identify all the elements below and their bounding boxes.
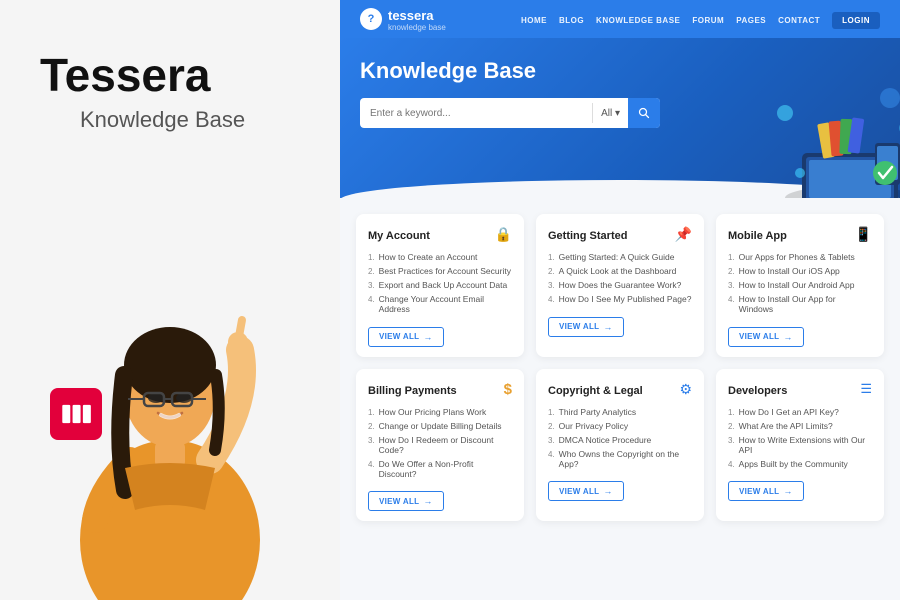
search-button[interactable] bbox=[628, 98, 660, 128]
list-item: How to Write Extensions with Our API bbox=[728, 433, 872, 457]
hero-title: Knowledge Base bbox=[360, 58, 880, 84]
card-billing-payments: $ Billing Payments How Our Pricing Plans… bbox=[356, 369, 524, 522]
list-item: Export and Back Up Account Data bbox=[368, 278, 512, 292]
list-item: How Our Pricing Plans Work bbox=[368, 405, 512, 419]
list-item: How to Install Our App for Windows bbox=[728, 292, 872, 316]
card-copyright-legal: ⚙ Copyright & Legal Third Party Analytic… bbox=[536, 369, 704, 522]
list-item: How Do I See My Published Page? bbox=[548, 292, 692, 306]
mobile-icon: 📱 bbox=[855, 226, 872, 243]
search-icon bbox=[638, 107, 650, 119]
content-area: 🔒 My Account How to Create an Account Be… bbox=[340, 198, 900, 600]
card-my-account-items: How to Create an Account Best Practices … bbox=[368, 250, 512, 316]
nav-forum[interactable]: FORUM bbox=[692, 10, 724, 28]
list-item: How Do I Redeem or Discount Code? bbox=[368, 433, 512, 457]
list-item: Change or Update Billing Details bbox=[368, 419, 512, 433]
cards-grid: 🔒 My Account How to Create an Account Be… bbox=[356, 214, 884, 521]
view-all-developers-button[interactable]: VIEW ALL bbox=[728, 481, 804, 501]
logo-name: tessera bbox=[388, 8, 434, 23]
card-billing-title: Billing Payments bbox=[368, 385, 512, 397]
view-all-my-account-button[interactable]: VIEW ALL bbox=[368, 327, 444, 347]
card-my-account: 🔒 My Account How to Create an Account Be… bbox=[356, 214, 524, 357]
list-item: Our Apps for Phones & Tablets bbox=[728, 250, 872, 264]
login-button[interactable]: LOGIN bbox=[832, 12, 880, 29]
brand-name: Tessera bbox=[40, 50, 245, 101]
bookmark-icon: 📌 bbox=[675, 226, 692, 243]
logo-sub: knowledge base bbox=[388, 23, 446, 32]
list-item: How Does the Guarantee Work? bbox=[548, 278, 692, 292]
card-mobile-app-items: Our Apps for Phones & Tablets How to Ins… bbox=[728, 250, 872, 316]
card-developers: ☰ Developers How Do I Get an API Key? Wh… bbox=[716, 369, 884, 522]
nav-home[interactable]: HOME bbox=[521, 10, 547, 28]
logo-icon: ? bbox=[360, 8, 382, 30]
left-panel: Tessera Knowledge Base bbox=[0, 0, 340, 600]
list-item: DMCA Notice Procedure bbox=[548, 433, 692, 447]
list-item: Do We Offer a Non-Profit Discount? bbox=[368, 457, 512, 481]
list-item: Apps Built by the Community bbox=[728, 457, 872, 471]
logo-text-area: tessera knowledge base bbox=[388, 7, 446, 32]
right-panel: ? tessera knowledge base HOME BLOG KNOWL… bbox=[340, 0, 900, 600]
list-item: How to Install Our iOS App bbox=[728, 264, 872, 278]
search-category[interactable]: All ▾ bbox=[593, 108, 628, 119]
view-all-copyright-button[interactable]: VIEW ALL bbox=[548, 481, 624, 501]
card-getting-started-items: Getting Started: A Quick Guide A Quick L… bbox=[548, 250, 692, 306]
settings-icon: ⚙ bbox=[679, 381, 692, 398]
lock-icon: 🔒 bbox=[495, 226, 512, 243]
nav-blog[interactable]: BLOG bbox=[559, 10, 584, 28]
elementor-badge bbox=[50, 388, 102, 440]
nav-contact[interactable]: CONTACT bbox=[778, 10, 820, 28]
card-getting-started: 📌 Getting Started Getting Started: A Qui… bbox=[536, 214, 704, 357]
list-item: Third Party Analytics bbox=[548, 405, 692, 419]
list-item: Best Practices for Account Security bbox=[368, 264, 512, 278]
list-item: A Quick Look at the Dashboard bbox=[548, 264, 692, 278]
dollar-icon: $ bbox=[504, 381, 512, 398]
nav-pages[interactable]: PAGES bbox=[736, 10, 766, 28]
code-icon: ☰ bbox=[860, 381, 872, 397]
nav-login[interactable]: LOGIN bbox=[832, 10, 880, 29]
card-mobile-app: 📱 Mobile App Our Apps for Phones & Table… bbox=[716, 214, 884, 357]
card-billing-items: How Our Pricing Plans Work Change or Upd… bbox=[368, 405, 512, 481]
site-header: ? tessera knowledge base HOME BLOG KNOWL… bbox=[340, 0, 900, 38]
view-all-billing-button[interactable]: VIEW ALL bbox=[368, 491, 444, 511]
card-my-account-title: My Account bbox=[368, 230, 512, 242]
card-getting-started-title: Getting Started bbox=[548, 230, 692, 242]
list-item: Getting Started: A Quick Guide bbox=[548, 250, 692, 264]
list-item: What Are the API Limits? bbox=[728, 419, 872, 433]
brand-title-area: Tessera Knowledge Base bbox=[0, 0, 245, 133]
nav-knowledge-base[interactable]: KNOWLEDGE BASE bbox=[596, 10, 680, 28]
list-item: How Do I Get an API Key? bbox=[728, 405, 872, 419]
card-mobile-app-title: Mobile App bbox=[728, 230, 872, 242]
search-input[interactable] bbox=[360, 108, 592, 119]
list-item: Our Privacy Policy bbox=[548, 419, 692, 433]
list-item: How to Install Our Android App bbox=[728, 278, 872, 292]
elementor-icon bbox=[60, 398, 92, 430]
brand-subtitle: Knowledge Base bbox=[40, 107, 245, 133]
card-copyright-title: Copyright & Legal bbox=[548, 385, 692, 397]
nav-menu: HOME BLOG KNOWLEDGE BASE FORUM PAGES CON… bbox=[521, 10, 880, 29]
card-developers-items: How Do I Get an API Key? What Are the AP… bbox=[728, 405, 872, 471]
hero-section: Knowledge Base All ▾ bbox=[340, 38, 900, 198]
view-all-mobile-app-button[interactable]: VIEW ALL bbox=[728, 327, 804, 347]
logo-area: ? tessera knowledge base bbox=[360, 7, 446, 32]
search-bar: All ▾ bbox=[360, 98, 660, 128]
list-item: Who Owns the Copyright on the App? bbox=[548, 447, 692, 471]
card-developers-title: Developers bbox=[728, 385, 872, 397]
list-item: How to Create an Account bbox=[368, 250, 512, 264]
main-nav: HOME BLOG KNOWLEDGE BASE FORUM PAGES CON… bbox=[521, 10, 880, 29]
view-all-getting-started-button[interactable]: VIEW ALL bbox=[548, 317, 624, 337]
list-item: Change Your Account Email Address bbox=[368, 292, 512, 316]
card-copyright-items: Third Party Analytics Our Privacy Policy… bbox=[548, 405, 692, 471]
